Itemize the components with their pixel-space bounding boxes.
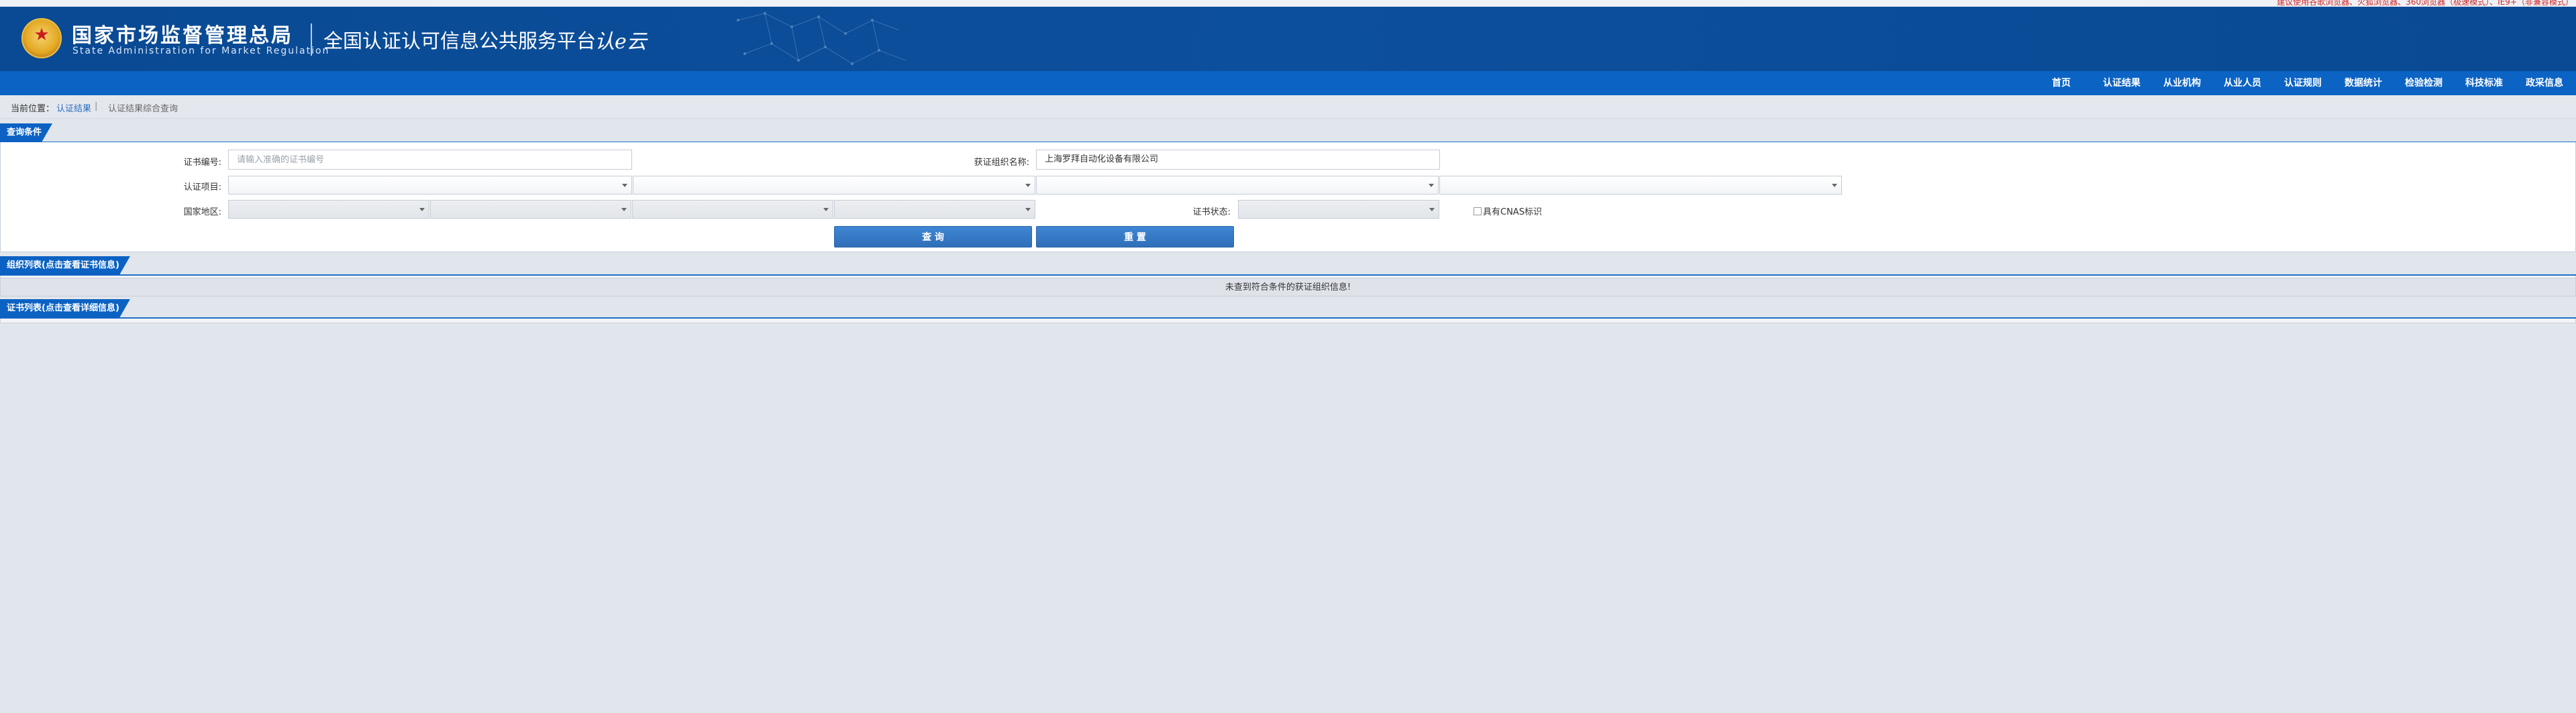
cert-no-input[interactable] — [228, 150, 632, 170]
nav-item-personnel[interactable]: 从业人员 — [2224, 71, 2261, 95]
nav-item-statistics[interactable]: 数据统计 — [2345, 71, 2382, 95]
checkbox-icon — [1474, 207, 1482, 215]
nav-item-procurement[interactable]: 政采信息 — [2526, 71, 2563, 95]
nav-item-home[interactable]: 首页 — [2052, 71, 2071, 95]
dropdown-arrow-icon — [621, 208, 627, 211]
cert-list-title: 证书列表(点击查看详细信息) — [0, 299, 130, 318]
project-select-4[interactable] — [1439, 176, 1842, 195]
org-title-en: State Administration for Market Regulati… — [72, 46, 330, 56]
dropdown-arrow-icon — [1025, 184, 1031, 187]
org-name-label: 获证组织名称: — [974, 158, 1029, 168]
renyun-logo: 认e云 — [595, 30, 647, 54]
dropdown-arrow-icon — [1025, 208, 1031, 211]
site-header: ★ 国家市场监督管理总局 State Administration for Ma… — [0, 7, 2576, 71]
platform-title: 全国认证认可信息公共服务平台 — [323, 30, 597, 52]
query-section-title: 查询条件 — [0, 123, 52, 142]
org-list-empty-message: 未查到符合条件的获证组织信息! — [0, 278, 2576, 296]
org-title-cn: 国家市场监督管理总局 — [72, 24, 293, 48]
cert-no-label: 证书编号: — [183, 158, 221, 168]
nav-item-institutions[interactable]: 从业机构 — [2163, 71, 2201, 95]
nav-item-rules[interactable]: 认证规则 — [2284, 71, 2322, 95]
dropdown-arrow-icon — [1429, 208, 1435, 211]
breadcrumb-separator: | — [95, 101, 98, 111]
breadcrumb-link-results[interactable]: 认证结果 — [56, 101, 91, 114]
nav-item-cert-results[interactable]: 认证结果 — [2103, 71, 2141, 95]
cnas-label: 具有CNAS标识 — [1483, 207, 1542, 217]
nav-item-standards[interactable]: 科技标准 — [2465, 71, 2503, 95]
org-list-title: 组织列表(点击查看证书信息) — [0, 256, 130, 275]
org-name-input[interactable]: 上海罗拜自动化设备有限公司 — [1036, 150, 1440, 170]
dropdown-arrow-icon — [419, 208, 425, 211]
header-divider — [311, 23, 312, 56]
project-select-3[interactable] — [1036, 176, 1439, 195]
main-nav: 首页 认证结果 从业机构 从业人员 认证规则 数据统计 检验检测 科技标准 政采… — [0, 71, 2576, 95]
browser-notice: 建议使用谷歌浏览器、火狐浏览器、360浏览器（极速模式）、IE9+（非兼容模式） — [2277, 0, 2573, 7]
cert-status-select[interactable] — [1238, 200, 1439, 219]
reset-button[interactable]: 重 置 — [1036, 226, 1234, 248]
cnas-checkbox[interactable]: 具有CNAS标识 — [1474, 205, 1542, 217]
cert-status-label: 证书状态: — [1192, 207, 1231, 217]
national-emblem-icon: ★ — [21, 18, 62, 58]
dropdown-arrow-icon — [823, 208, 829, 211]
region-label: 国家地区: — [183, 207, 221, 217]
breadcrumb-current: 认证结果综合查询 — [108, 104, 178, 114]
project-label: 认证项目: — [183, 182, 221, 193]
cert-list-body — [0, 319, 2576, 323]
search-button[interactable]: 查 询 — [834, 226, 1032, 248]
nav-item-inspection[interactable]: 检验检测 — [2405, 71, 2442, 95]
region-select-3[interactable] — [632, 200, 833, 219]
breadcrumb-label: 当前位置： — [11, 104, 55, 114]
project-select-1[interactable] — [228, 176, 632, 195]
dropdown-arrow-icon — [622, 184, 627, 187]
top-strip: 建议使用谷歌浏览器、火狐浏览器、360浏览器（极速模式）、IE9+（非兼容模式） — [0, 0, 2576, 7]
dropdown-arrow-icon — [1832, 184, 1837, 187]
network-pattern — [737, 12, 907, 65]
region-select-2[interactable] — [430, 200, 631, 219]
project-select-2[interactable] — [633, 176, 1035, 195]
region-select-4[interactable] — [834, 200, 1035, 219]
breadcrumb: 当前位置： 认证结果 | 认证结果综合查询 — [0, 95, 2576, 119]
region-select-1[interactable] — [228, 200, 429, 219]
dropdown-arrow-icon — [1429, 184, 1434, 187]
